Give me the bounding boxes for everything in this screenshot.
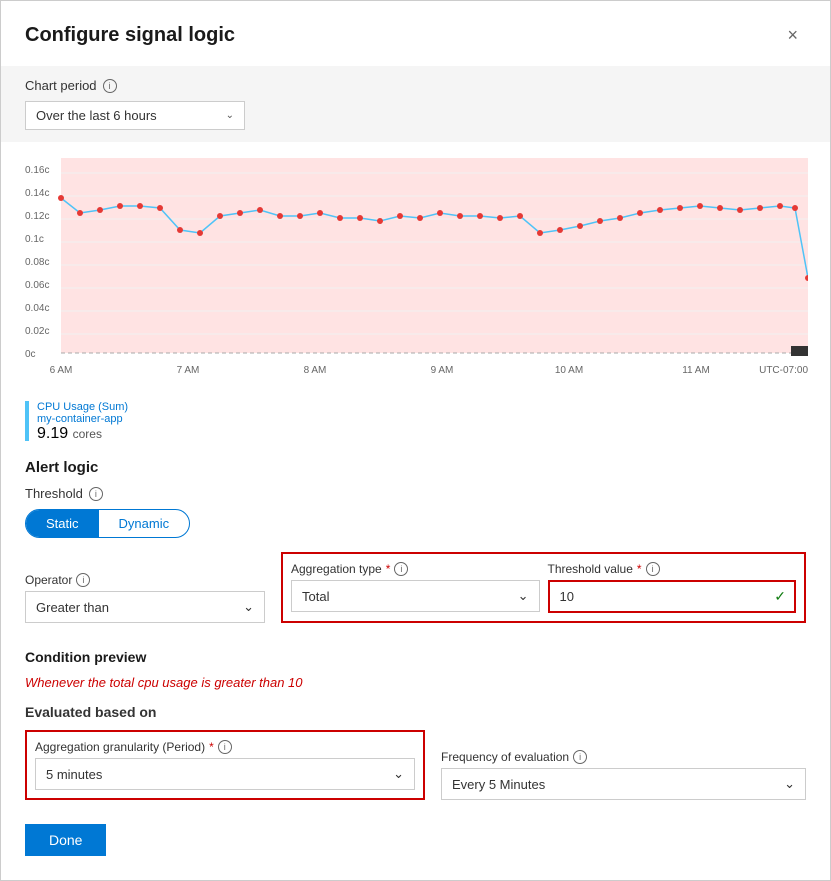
svg-text:0.02c: 0.02c [25, 326, 49, 337]
aggregation-type-label: Aggregation type * i [291, 562, 540, 576]
svg-text:0.14c: 0.14c [25, 188, 49, 199]
chart-period-label: Chart period i [25, 78, 806, 93]
agg-granularity-label: Aggregation granularity (Period) * i [35, 740, 415, 754]
threshold-toggle-group: Static Dynamic [25, 509, 190, 538]
operator-dropdown[interactable]: Greater than ⌄ [25, 591, 265, 623]
chart-period-chevron-icon: ⌄ [226, 110, 234, 121]
svg-text:0.08c: 0.08c [25, 257, 49, 268]
alert-fields-row: Operator i Greater than ⌄ Aggregation ty… [25, 552, 806, 623]
svg-text:0c: 0c [25, 349, 36, 360]
svg-text:0.06c: 0.06c [25, 280, 49, 291]
chart-period-info-icon[interactable]: i [103, 79, 117, 93]
agg-granularity-box: Aggregation granularity (Period) * i 5 m… [25, 730, 425, 800]
agg-granularity-info-icon[interactable]: i [218, 740, 232, 754]
aggregation-threshold-box: Aggregation type * i Total ⌄ Threshold v… [281, 552, 806, 623]
condition-preview-title: Condition preview [25, 649, 806, 665]
svg-text:9 AM: 9 AM [431, 365, 454, 376]
svg-text:0.12c: 0.12c [25, 211, 49, 222]
dynamic-toggle-button[interactable]: Dynamic [99, 510, 190, 537]
threshold-check-icon: ✓ [774, 588, 794, 605]
threshold-label-row: Threshold i [25, 486, 806, 501]
done-button[interactable]: Done [25, 824, 106, 856]
close-button[interactable]: × [779, 21, 806, 50]
frequency-chevron-icon: ⌄ [784, 776, 795, 792]
svg-text:6 AM: 6 AM [50, 365, 73, 376]
alert-logic-title: Alert logic [25, 459, 806, 476]
threshold-value-info-icon[interactable]: i [646, 562, 660, 576]
operator-group: Operator i Greater than ⌄ [25, 573, 265, 623]
legend-info: CPU Usage (Sum) my-container-app 9.19 co… [37, 401, 128, 443]
legend-resource: my-container-app [37, 413, 128, 425]
svg-text:0.1c: 0.1c [25, 234, 44, 245]
svg-text:11 AM: 11 AM [682, 365, 710, 376]
evaluated-title: Evaluated based on [25, 704, 806, 720]
svg-text:0.16c: 0.16c [25, 165, 49, 176]
legend-value: 9.19 [37, 425, 68, 442]
condition-preview-text: Whenever the total cpu usage is greater … [25, 675, 806, 690]
aggregation-required-marker: * [386, 562, 391, 576]
threshold-value-input-wrapper: ✓ [548, 580, 797, 613]
threshold-value-group: Threshold value * i ✓ [548, 562, 797, 613]
frequency-label: Frequency of evaluation i [441, 750, 806, 764]
chart-container: 0.16c 0.14c 0.12c 0.1c 0.08c 0.06c 0.04c… [25, 158, 806, 443]
operator-chevron-icon: ⌄ [243, 599, 254, 615]
chart-svg: 0.16c 0.14c 0.12c 0.1c 0.08c 0.06c 0.04c… [25, 158, 808, 388]
static-toggle-button[interactable]: Static [26, 510, 99, 537]
configure-signal-logic-modal: Configure signal logic × Chart period i … [0, 0, 831, 881]
legend-color-bar [25, 401, 29, 441]
chart-period-section: Chart period i Over the last 6 hours ⌄ [1, 66, 830, 142]
agg-granularity-required-marker: * [209, 740, 214, 754]
aggregation-type-dropdown[interactable]: Total ⌄ [291, 580, 540, 612]
legend-unit: cores [73, 427, 102, 441]
svg-text:UTC-07:00: UTC-07:00 [759, 365, 808, 376]
threshold-value-input[interactable] [550, 582, 775, 611]
operator-label: Operator i [25, 573, 265, 587]
svg-text:0.04c: 0.04c [25, 303, 49, 314]
agg-granularity-group: Aggregation granularity (Period) * i 5 m… [35, 740, 415, 790]
legend-value-row: 9.19 cores [37, 425, 128, 443]
aggregation-chevron-icon: ⌄ [518, 588, 529, 604]
modal-title: Configure signal logic [25, 24, 235, 47]
threshold-info-icon[interactable]: i [89, 487, 103, 501]
threshold-value-label: Threshold value * i [548, 562, 797, 576]
alert-logic-section: Alert logic Threshold i Static Dynamic O… [25, 459, 806, 637]
svg-text:8 AM: 8 AM [304, 365, 327, 376]
svg-text:10 AM: 10 AM [555, 365, 583, 376]
chart-legend: CPU Usage (Sum) my-container-app 9.19 co… [25, 401, 806, 443]
aggregation-type-group: Aggregation type * i Total ⌄ [291, 562, 540, 613]
svg-text:7 AM: 7 AM [177, 365, 200, 376]
evaluated-fields-row: Aggregation granularity (Period) * i 5 m… [25, 730, 806, 800]
frequency-dropdown[interactable]: Every 5 Minutes ⌄ [441, 768, 806, 800]
chart-period-dropdown[interactable]: Over the last 6 hours ⌄ [25, 101, 245, 130]
legend-metric: CPU Usage (Sum) [37, 401, 128, 413]
evaluated-section: Evaluated based on Aggregation granulari… [25, 704, 806, 800]
modal-header: Configure signal logic × [25, 21, 806, 50]
condition-preview-section: Condition preview Whenever the total cpu… [25, 649, 806, 690]
aggregation-info-icon[interactable]: i [394, 562, 408, 576]
agg-granularity-dropdown[interactable]: 5 minutes ⌄ [35, 758, 415, 790]
modal-footer: Done [25, 800, 806, 856]
agg-granularity-chevron-icon: ⌄ [393, 766, 404, 782]
frequency-group: Frequency of evaluation i Every 5 Minute… [441, 750, 806, 800]
frequency-info-icon[interactable]: i [573, 750, 587, 764]
threshold-required-marker: * [637, 562, 642, 576]
operator-info-icon[interactable]: i [76, 573, 90, 587]
